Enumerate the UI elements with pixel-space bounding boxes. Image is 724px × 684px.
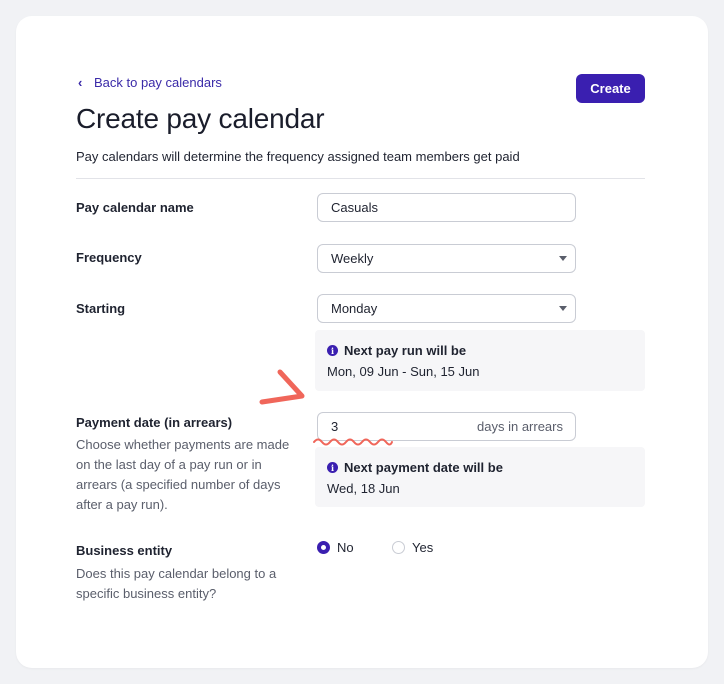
next-payment-heading: Next payment date will be (344, 460, 503, 475)
frequency-label: Frequency (76, 250, 142, 265)
arrears-suffix: days in arrears (477, 419, 563, 434)
frequency-select-value: Weekly (331, 251, 374, 266)
info-icon: i (327, 462, 338, 473)
arrears-days-value: 3 (331, 419, 339, 434)
page-title: Create pay calendar (76, 103, 325, 134)
divider (76, 178, 645, 179)
info-icon: i (327, 345, 338, 356)
next-pay-run-value: Mon, 09 Jun - Sun, 15 Jun (327, 364, 480, 379)
payment-date-label: Payment date (in arrears) (76, 415, 233, 430)
radio-yes[interactable]: Yes (392, 540, 433, 555)
name-label: Pay calendar name (76, 200, 194, 215)
annotation-squiggle-icon (313, 438, 393, 446)
radio-no-label: No (337, 540, 354, 555)
business-entity-description: Does this pay calendar belong to a speci… (76, 566, 277, 601)
business-entity-label: Business entity (76, 543, 173, 558)
next-payment-value: Wed, 18 Jun (327, 481, 400, 496)
back-link-label: Back to pay calendars (94, 75, 222, 90)
radio-yes-label: Yes (412, 540, 434, 555)
create-button[interactable]: Create (576, 74, 645, 103)
frequency-select[interactable]: Weekly (317, 244, 576, 273)
back-link[interactable]: ‹ Back to pay calendars (78, 75, 222, 90)
caret-down-icon (559, 256, 567, 261)
starting-label: Starting (76, 301, 126, 316)
starting-select[interactable]: Monday (317, 294, 576, 323)
payment-date-description: Choose whether payments are made on the … (76, 437, 290, 512)
next-payment-info: i Next payment date will be Wed, 18 Jun (315, 447, 645, 507)
name-input-value: Casuals (331, 200, 378, 215)
next-pay-run-info: i Next pay run will be Mon, 09 Jun - Sun… (315, 330, 645, 391)
chevron-left-icon: ‹ (78, 75, 83, 90)
radio-button-selected[interactable] (317, 541, 330, 554)
next-pay-run-heading: Next pay run will be (344, 343, 467, 358)
radio-button[interactable] (392, 541, 405, 554)
radio-no[interactable]: No (317, 540, 354, 555)
page-subtitle: Pay calendars will determine the frequen… (76, 149, 520, 164)
starting-select-value: Monday (331, 301, 378, 316)
caret-down-icon (559, 306, 567, 311)
name-input[interactable]: Casuals (317, 193, 576, 222)
annotation-arrow-icon (259, 369, 305, 405)
